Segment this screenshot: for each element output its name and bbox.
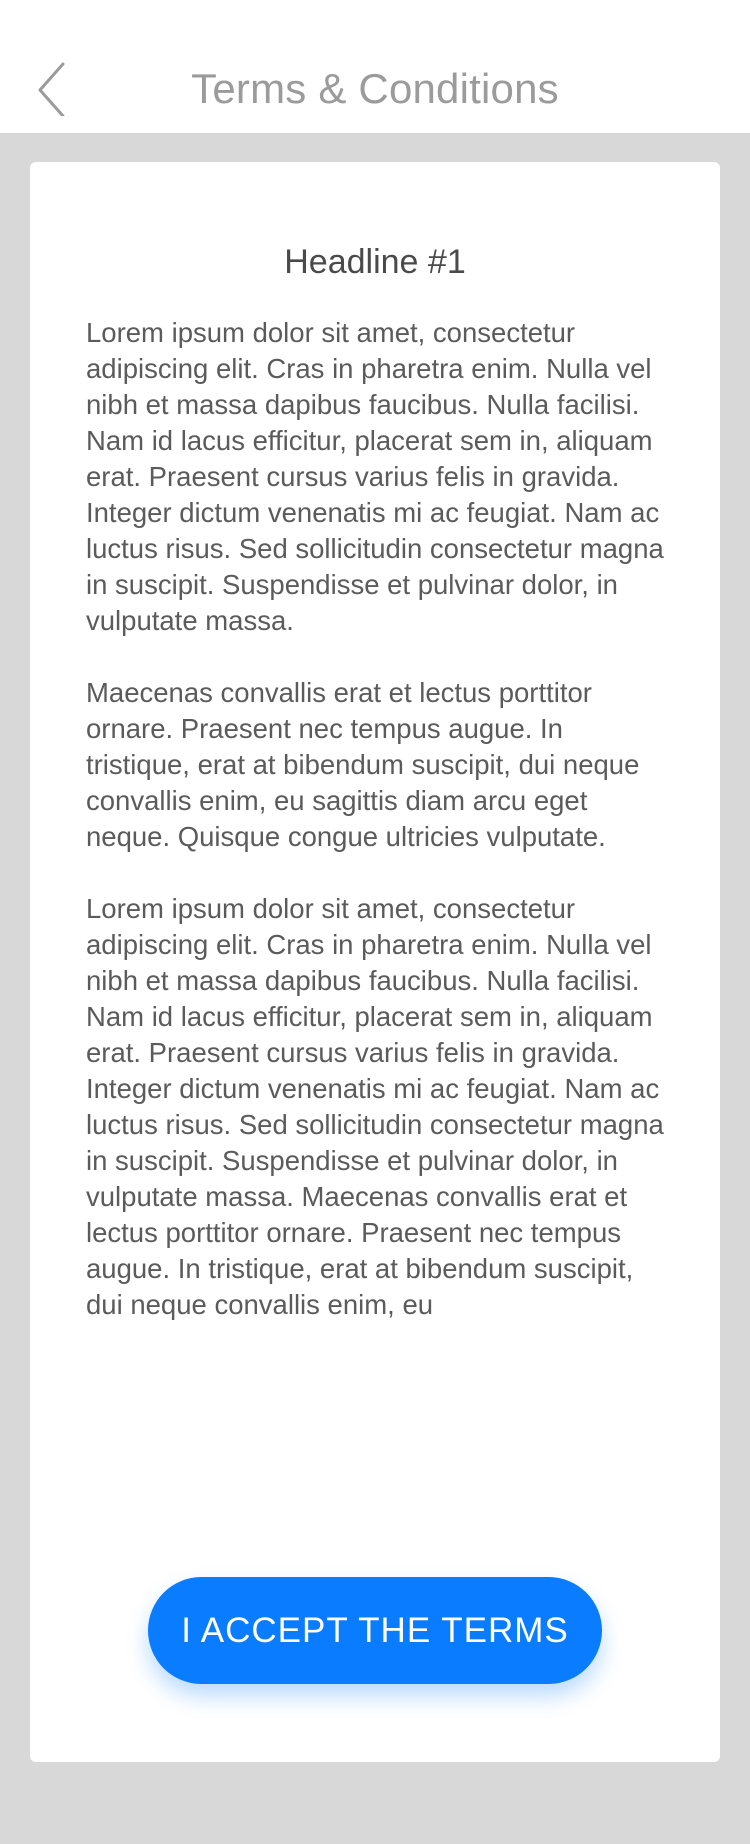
terms-paragraph: Lorem ipsum dolor sit amet, consectetur … — [86, 317, 664, 636]
page-title: Terms & Conditions — [191, 65, 559, 112]
accept-terms-button[interactable]: I ACCEPT THE TERMS — [148, 1577, 602, 1684]
terms-body: Lorem ipsum dolor sit amet, consectetur … — [86, 315, 671, 1359]
terms-headline: Headline #1 — [284, 243, 466, 281]
terms-paragraph: Lorem ipsum dolor sit amet, consectetur … — [86, 893, 664, 1320]
terms-paragraph: Maecenas convallis erat et lectus portti… — [86, 677, 640, 852]
app-header: Terms & Conditions — [0, 0, 750, 133]
